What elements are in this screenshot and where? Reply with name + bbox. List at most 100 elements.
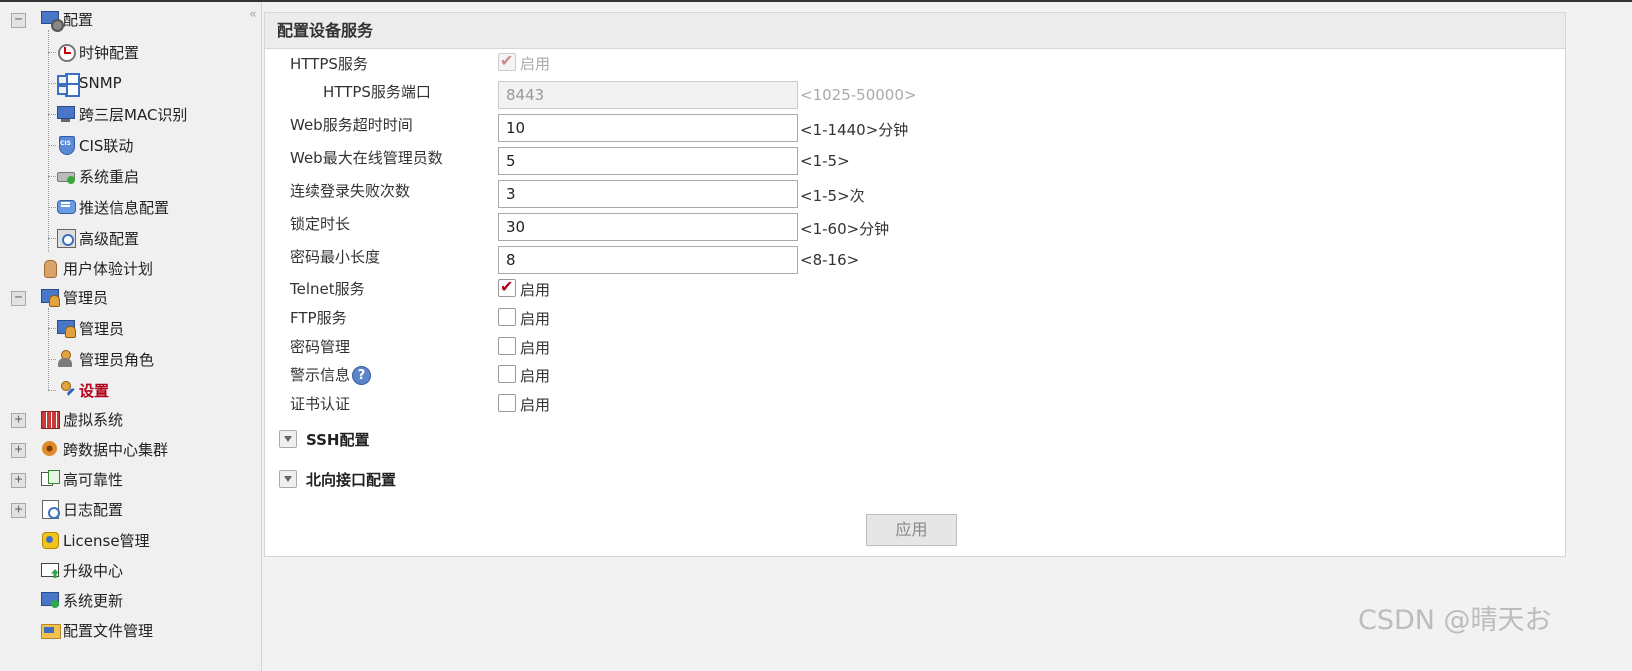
expand-toggle-virtual-system[interactable]: + [11, 413, 26, 428]
system-update-icon [40, 590, 60, 610]
tree-connector [48, 52, 56, 53]
ftp-service-checkbox[interactable] [498, 308, 516, 326]
https-service-checkbox[interactable] [498, 51, 516, 71]
sidebar-item-upgrade-center[interactable]: 升级中心 [40, 557, 123, 583]
chevron-down-icon[interactable] [279, 430, 297, 448]
sidebar-item-config-file[interactable]: 配置文件管理 [40, 617, 153, 643]
chevron-down-icon[interactable] [279, 470, 297, 488]
web-timeout-label: Web服务超时时间 [290, 116, 413, 134]
login-fail-input[interactable] [498, 180, 798, 208]
sidebar-item-l3-mac[interactable]: 跨三层MAC识别 [56, 101, 187, 127]
web-timeout-input[interactable] [498, 114, 798, 142]
hand-icon [40, 258, 60, 278]
admin-icon [40, 287, 60, 307]
sidebar-item-license[interactable]: License管理 [40, 527, 150, 553]
password-min-length-row: 密码最小长度 <8-16> [265, 246, 1565, 276]
sidebar-item-label: 升级中心 [63, 561, 124, 580]
section-ssh-config[interactable]: SSH配置 [279, 427, 370, 451]
sidebar-item-cluster[interactable]: 跨数据中心集群 [40, 436, 168, 462]
password-min-length-input[interactable] [498, 246, 798, 274]
expand-toggle-cluster[interactable]: + [11, 443, 26, 458]
expand-toggle-high-availability[interactable]: + [11, 473, 26, 488]
web-max-admins-input[interactable] [498, 147, 798, 175]
watermark: CSDN @晴天お [1358, 605, 1552, 636]
section-northbound-config[interactable]: 北向接口配置 [279, 467, 396, 491]
https-service-checkbox-label: 启用 [520, 55, 551, 73]
https-port-label: HTTPS服务端口 [323, 83, 431, 101]
cluster-icon [40, 439, 60, 459]
sidebar-item-admin-role[interactable]: 管理员角色 [56, 346, 154, 372]
lock-duration-label: 锁定时长 [290, 215, 351, 233]
sidebar-item-system-update[interactable]: 系统更新 [40, 587, 123, 613]
cert-auth-row: 证书认证 启用 [265, 393, 1565, 423]
sidebar-item-admin-settings[interactable]: 设置 [56, 377, 109, 403]
sidebar-item-label: 系统更新 [63, 591, 124, 610]
virtual-system-icon [40, 409, 60, 429]
panel-title: 配置设备服务 [265, 13, 1565, 49]
password-min-length-label: 密码最小长度 [290, 248, 381, 266]
warning-info-label: 警示信息 [290, 366, 351, 384]
https-port-row: HTTPS服务端口 <1025-50000> [265, 81, 1565, 111]
help-icon[interactable]: ? [352, 366, 372, 385]
upgrade-icon [40, 560, 60, 580]
message-icon [56, 197, 76, 217]
license-key-icon [40, 530, 60, 550]
expand-toggle-log-config[interactable]: + [11, 503, 26, 518]
ftp-service-checkbox-label: 启用 [520, 310, 551, 328]
warning-info-checkbox[interactable] [498, 365, 516, 383]
sidebar-item-label: 推送信息配置 [79, 198, 170, 217]
tree-connector [48, 238, 56, 239]
collapse-sidebar-button[interactable]: « [249, 8, 257, 21]
https-service-label: HTTPS服务 [290, 55, 368, 73]
sidebar-item-clock-config[interactable]: 时钟配置 [56, 39, 139, 65]
sidebar-item-admin-group[interactable]: 管理员 [40, 284, 108, 310]
section-label: SSH配置 [306, 430, 370, 449]
sidebar-item-log-config[interactable]: 日志配置 [40, 496, 123, 522]
sidebar-item-snmp[interactable]: SNMP [56, 70, 122, 96]
https-service-row: HTTPS服务 启用 [265, 51, 1565, 82]
log-icon [40, 499, 60, 519]
tree-connector [48, 328, 56, 329]
sidebar-item-label: CIS联动 [79, 136, 134, 155]
sidebar-item-label: 跨三层MAC识别 [79, 105, 188, 124]
telnet-service-row: Telnet服务 启用 [265, 277, 1565, 308]
password-min-length-hint: <8-16> [800, 251, 860, 269]
https-port-input[interactable] [498, 81, 798, 109]
sidebar-item-advanced[interactable]: 高级配置 [56, 225, 139, 251]
apply-button[interactable]: 应用 [866, 514, 957, 546]
sidebar-item-virtual-system[interactable]: 虚拟系统 [40, 406, 123, 432]
device-service-panel: 配置设备服务 HTTPS服务 启用 HTTPS服务端口 <1025-50000>… [264, 12, 1566, 557]
sidebar-item-label: 时钟配置 [79, 43, 140, 62]
snmp-icon [56, 73, 76, 95]
https-port-hint: <1025-50000> [800, 86, 917, 104]
config-monitor-icon [40, 9, 64, 32]
lock-duration-input[interactable] [498, 213, 798, 241]
telnet-service-checkbox[interactable] [498, 277, 516, 297]
cert-auth-checkbox[interactable] [498, 394, 516, 412]
sidebar-item-user-experience[interactable]: 用户体验计划 [40, 255, 153, 281]
warning-info-label-group: 警示信息? [290, 364, 372, 385]
lock-duration-row: 锁定时长 <1-60>分钟 [265, 213, 1565, 243]
web-max-admins-row: Web最大在线管理员数 <1-5> [265, 147, 1565, 177]
web-timeout-row: Web服务超时时间 <1-1440>分钟 [265, 114, 1565, 144]
password-management-checkbox[interactable] [498, 337, 516, 355]
cert-auth-checkbox-label: 启用 [520, 396, 551, 414]
ftp-service-row: FTP服务 启用 [265, 307, 1565, 337]
web-timeout-hint: <1-1440>分钟 [800, 121, 909, 139]
sidebar-item-restart[interactable]: 系统重启 [56, 163, 139, 189]
sidebar-nav-tree: « − 配置 时钟配置 SNMP 跨三层MAC识别 CIS联动 系统重启 [0, 2, 262, 671]
admin-settings-icon [56, 380, 76, 400]
telnet-service-checkbox-label: 启用 [520, 281, 551, 299]
sidebar-item-high-availability[interactable]: 高可靠性 [40, 466, 123, 492]
collapse-toggle-admin[interactable]: − [11, 291, 26, 306]
sidebar-item-label: 管理员 [79, 319, 125, 338]
tree-connector [48, 359, 56, 360]
sidebar-item-cis[interactable]: CIS联动 [56, 132, 133, 158]
sidebar-item-push-message[interactable]: 推送信息配置 [56, 194, 169, 220]
sidebar-item-label: 用户体验计划 [63, 259, 154, 278]
collapse-toggle-config[interactable]: − [11, 13, 26, 28]
sidebar-item-config[interactable]: 配置 [40, 6, 93, 32]
sidebar-item-admin[interactable]: 管理员 [56, 315, 124, 341]
sidebar-item-label: 管理员 [63, 288, 109, 307]
ftp-service-label: FTP服务 [290, 309, 347, 327]
